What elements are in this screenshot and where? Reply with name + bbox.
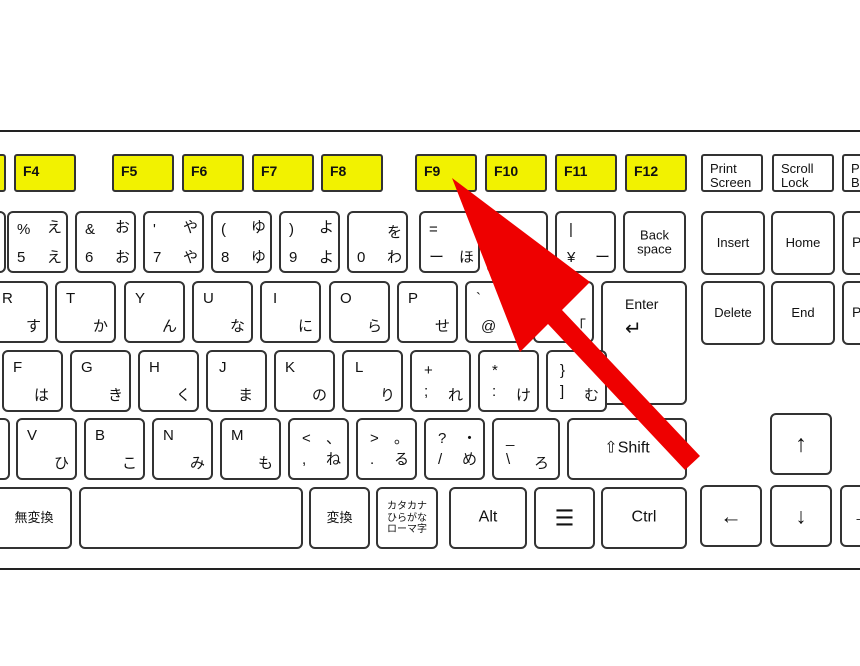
pointer-arrow-shape bbox=[452, 178, 700, 470]
pointer-arrow-icon bbox=[452, 178, 700, 470]
